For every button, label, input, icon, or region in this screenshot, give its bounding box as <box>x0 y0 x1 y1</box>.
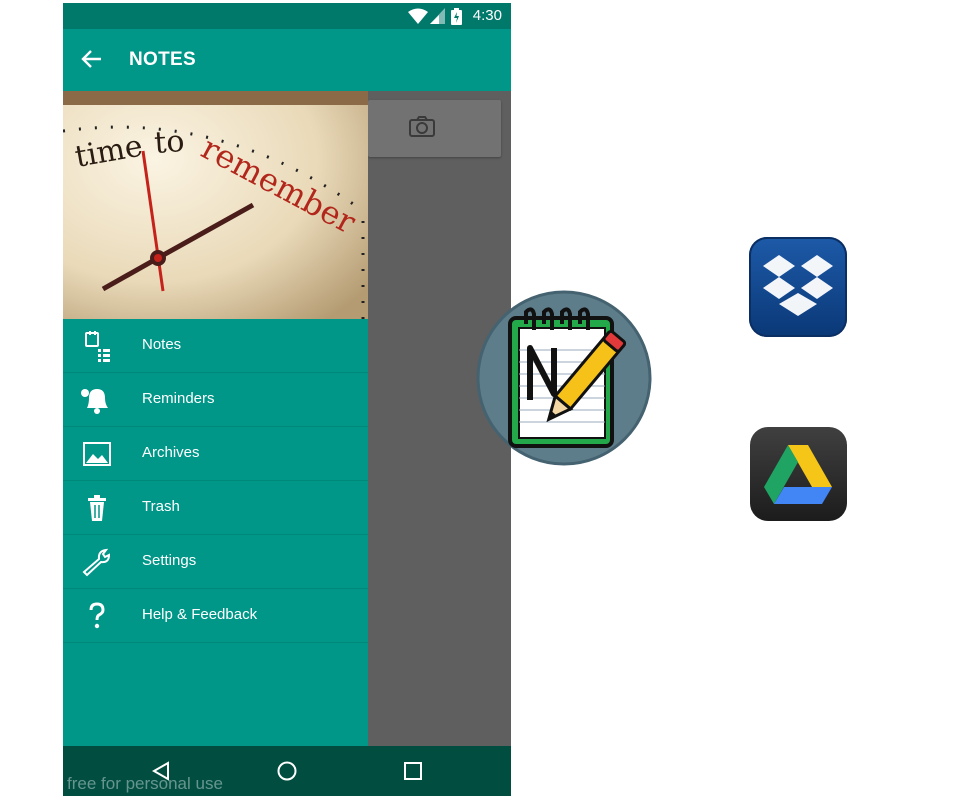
google-drive-icon <box>750 427 847 521</box>
drawer-item-label: Trash <box>142 498 180 515</box>
drawer-item-label: Notes <box>142 336 182 353</box>
drawer-item-settings[interactable]: Settings <box>63 535 368 589</box>
status-bar: 4:30 <box>63 3 511 29</box>
drawer-header-image: time to remember <box>63 91 368 319</box>
battery-icon <box>451 8 462 25</box>
notes-icon <box>85 331 110 362</box>
app-title: NOTES <box>129 49 196 70</box>
drawer-item-archives[interactable]: Archives <box>63 427 368 481</box>
system-nav-bar: free for personal use <box>63 746 511 796</box>
drawer-item-label: Help & Feedback <box>142 606 258 623</box>
watermark-text: free for personal use <box>67 774 223 793</box>
wifi-icon <box>408 8 428 24</box>
wrench-icon <box>82 548 111 577</box>
navigation-drawer: time to remember Notes Reminders Archive… <box>63 91 368 746</box>
trash-icon <box>88 495 106 521</box>
app-bar: NOTES <box>63 29 511 91</box>
drawer-item-label: Reminders <box>142 390 215 407</box>
camera-icon[interactable] <box>408 115 436 137</box>
drawer-item-label: Settings <box>142 552 197 569</box>
nav-recents-icon[interactable] <box>403 761 423 781</box>
svg-text:to: to <box>153 124 185 161</box>
back-arrow-icon[interactable] <box>81 49 103 69</box>
drawer-item-notes[interactable]: Notes <box>63 319 368 373</box>
phone-screen: 4:30 NOTES time to remember Notes Remind… <box>63 3 511 796</box>
drawer-item-label: Archives <box>142 444 200 461</box>
drawer-item-trash[interactable]: Trash <box>63 481 368 535</box>
drawer-item-help[interactable]: Help & Feedback <box>63 589 368 643</box>
notepad-pencil-icon <box>476 290 652 466</box>
bell-icon <box>81 389 108 414</box>
help-icon <box>89 602 105 629</box>
status-time: 4:30 <box>472 7 502 24</box>
archive-icon <box>83 442 111 466</box>
nav-home-icon[interactable] <box>277 761 297 781</box>
dropbox-icon <box>749 237 847 337</box>
drawer-item-reminders[interactable]: Reminders <box>63 373 368 427</box>
drawer-menu: Notes Reminders Archives Trash Settings … <box>63 319 368 643</box>
signal-icon <box>430 8 445 24</box>
note-card[interactable] <box>368 100 501 157</box>
